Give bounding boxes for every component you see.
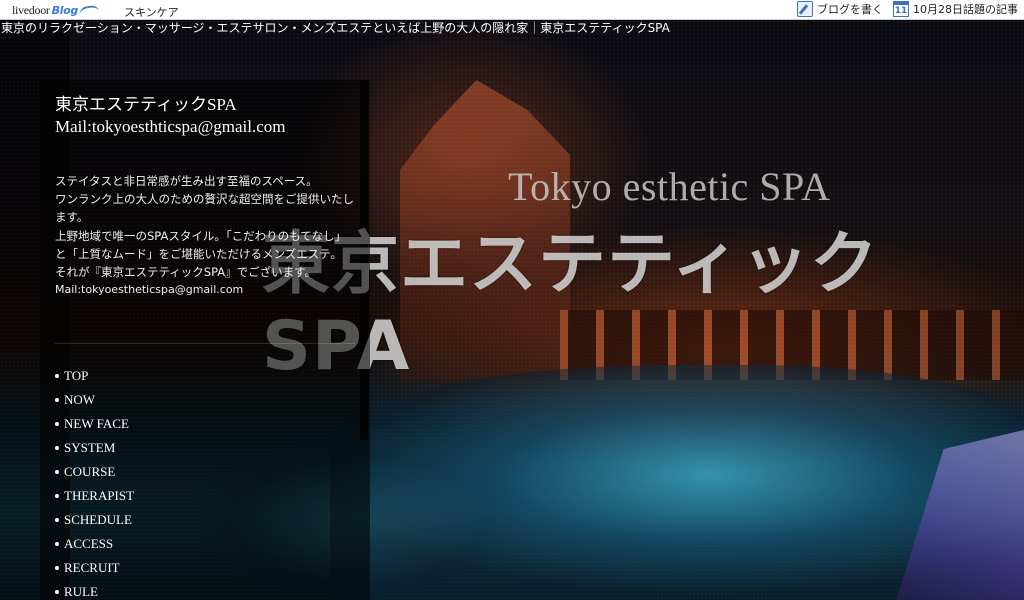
nav-link-recruit[interactable]: RECRUIT bbox=[64, 558, 120, 578]
nav-link-therapist[interactable]: THERAPIST bbox=[64, 486, 134, 506]
toolbar-right: ブログを書く 11 10月28日話題の記事 bbox=[797, 1, 1018, 17]
description-line: それが『東京エステティックSPA』でございます。 bbox=[55, 265, 317, 280]
nav-link-rule[interactable]: RULE bbox=[64, 582, 98, 600]
skincare-category-link[interactable]: スキンケア bbox=[124, 4, 179, 20]
livedoor-toolbar: livedoor Blog スキンケア ブログを書く 11 10月28日話題の記事 bbox=[0, 0, 1024, 20]
bullet-icon bbox=[55, 470, 59, 475]
nav-item-recruit: RECRUIT bbox=[55, 558, 134, 582]
nav-link-new-face[interactable]: NEW FACE bbox=[64, 414, 129, 434]
nav-item-top: TOP bbox=[55, 366, 134, 390]
nav-link-system[interactable]: SYSTEM bbox=[64, 438, 115, 458]
nav-link-now[interactable]: NOW bbox=[64, 390, 95, 410]
bullet-icon bbox=[55, 542, 59, 547]
bullet-icon bbox=[55, 518, 59, 523]
bullet-icon bbox=[55, 374, 59, 379]
pencil-icon bbox=[797, 1, 813, 17]
shop-description: ステイタスと非日常感が生み出す至福のスペース。 ワンランク上の大人のための贅沢な… bbox=[55, 172, 355, 299]
nav-item-now: NOW bbox=[55, 390, 134, 414]
bullet-icon bbox=[55, 566, 59, 571]
shop-mail: Mail:tokyoesthticspa@gmail.com bbox=[55, 117, 286, 136]
nav-item-therapist: THERAPIST bbox=[55, 486, 134, 510]
topic-articles-link[interactable]: 11 10月28日話題の記事 bbox=[893, 1, 1018, 17]
shop-name: 東京エステティックSPA bbox=[55, 95, 237, 114]
nav-link-top[interactable]: TOP bbox=[64, 366, 88, 386]
write-blog-link[interactable]: ブログを書く bbox=[797, 1, 883, 17]
bullet-icon bbox=[55, 422, 59, 427]
nav-item-system: SYSTEM bbox=[55, 438, 134, 462]
logo-swoosh-icon bbox=[78, 4, 100, 16]
topic-articles-label: 10月28日話題の記事 bbox=[913, 3, 1018, 16]
logo-text: livedoor bbox=[12, 3, 50, 17]
write-blog-label: ブログを書く bbox=[817, 3, 883, 16]
nav-item-rule: RULE bbox=[55, 582, 134, 600]
nav-link-access[interactable]: ACCESS bbox=[64, 534, 113, 554]
nav-link-schedule[interactable]: SCHEDULE bbox=[64, 510, 132, 530]
bullet-icon bbox=[55, 494, 59, 499]
description-line: ステイタスと非日常感が生み出す至福のスペース。 bbox=[55, 174, 318, 188]
nav-item-new-face: NEW FACE bbox=[55, 414, 134, 438]
nav-item-course: COURSE bbox=[55, 462, 134, 486]
description-line: ワンランク上の大人のための贅沢な超空間をご提供いたします。 bbox=[55, 192, 354, 225]
nav-link-course[interactable]: COURSE bbox=[64, 462, 115, 482]
description-line: 上野地域で唯一のSPAスタイル。「こだわりのもてなし」と「上質なムード」をご堪能… bbox=[55, 228, 347, 261]
bullet-icon bbox=[55, 446, 59, 451]
nav-item-schedule: SCHEDULE bbox=[55, 510, 134, 534]
bullet-icon bbox=[55, 590, 59, 595]
hero-title-english: Tokyo esthetic SPA bbox=[508, 164, 831, 209]
logo-blog-text: Blog bbox=[51, 4, 79, 17]
contact-mail: Mail:tokyoestheticspa@gmail.com bbox=[55, 283, 244, 297]
nav-item-access: ACCESS bbox=[55, 534, 134, 558]
hero-title-japanese: 東京エステティックSPA bbox=[262, 225, 879, 386]
shop-info: 東京エステティックSPA Mail:tokyoesthticspa@gmail.… bbox=[55, 94, 365, 138]
sidebar-nav: TOP NOW NEW FACE SYSTEM COURSE THERAPIST… bbox=[55, 366, 134, 600]
calendar-icon: 11 bbox=[893, 1, 909, 17]
livedoor-blog-logo[interactable]: livedoor Blog bbox=[12, 3, 100, 18]
bullet-icon bbox=[55, 398, 59, 403]
sidebar-divider bbox=[55, 343, 355, 344]
page-heading: 東京のリラクゼーション・マッサージ・エステサロン・メンズエステといえば上野の大人… bbox=[1, 21, 670, 35]
